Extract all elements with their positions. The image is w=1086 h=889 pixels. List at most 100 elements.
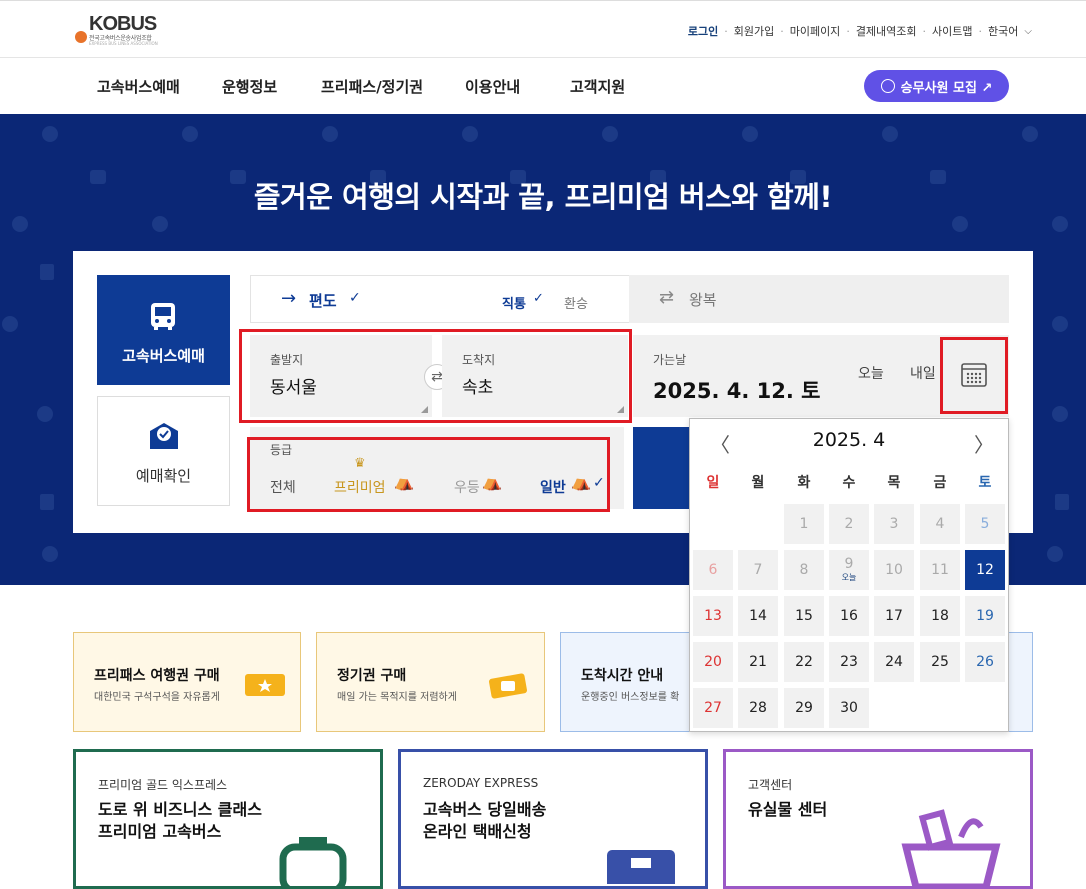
nav-item-support[interactable]: 고객지원 xyxy=(570,76,625,97)
nav-item-freepass[interactable]: 프리패스/정기권 xyxy=(321,76,423,97)
tab-bus-reserve-label: 고속버스예매 xyxy=(122,347,205,365)
weekday-header: 일 xyxy=(706,475,720,491)
logo-subtitle-en: EXPRESS BUS LINES ASSOCIATION xyxy=(89,41,158,46)
today-button[interactable]: 오늘 xyxy=(858,363,884,383)
promo-kicker: ZERODAY EXPRESS xyxy=(423,776,539,790)
trip-type-row: → 편도 ✓ 직통 ✓ 환승 ⇄ 왕복 xyxy=(250,275,1009,323)
calendar-day[interactable]: 14 xyxy=(738,596,778,636)
route-highlight-box xyxy=(239,329,632,423)
calendar-day[interactable]: 23 xyxy=(829,642,869,682)
calendar-day[interactable]: 17 xyxy=(874,596,914,636)
season-pass-card[interactable]: 정기권 구매 매일 가는 목적지를 저렴하게 xyxy=(316,632,545,732)
date-label: 가는날 xyxy=(653,353,687,367)
calendar-day[interactable]: 16 xyxy=(829,596,869,636)
calendar-day[interactable]: 25 xyxy=(920,642,960,682)
calendar-day[interactable]: 15 xyxy=(784,596,824,636)
calendar-day-number: 13 xyxy=(704,608,722,624)
parcel-box-icon xyxy=(607,850,675,884)
grade-highlight-box xyxy=(247,437,610,512)
premium-gold-promo[interactable]: 프리미엄 골드 익스프레스 도로 위 비즈니스 클래스 프리미엄 고속버스 xyxy=(73,749,383,889)
calendar-day[interactable]: 24 xyxy=(874,642,914,682)
calendar-day: 2 xyxy=(829,504,869,544)
calendar-day: 7 xyxy=(738,550,778,590)
tab-bus-reserve[interactable]: 고속버스예매 xyxy=(97,275,230,385)
calendar-day[interactable]: 30 xyxy=(829,688,869,728)
promo-title: 고속버스 당일배송 온라인 택배신청 xyxy=(423,799,546,843)
chevron-down-icon[interactable]: ⌵ xyxy=(1024,26,1032,37)
tab-roundtrip[interactable]: ⇄ 왕복 xyxy=(629,275,1009,323)
arrival-time-card-title: 도착시간 안내 xyxy=(581,668,664,684)
calendar-day[interactable]: 13 xyxy=(693,596,733,636)
payment-history-link[interactable]: 결제내역조회 xyxy=(856,23,917,39)
oneway-label: 편도 xyxy=(309,292,337,310)
calendar-day-number: 14 xyxy=(749,608,767,624)
lost-found-promo[interactable]: 고객센터 유실물 센터 xyxy=(723,749,1033,889)
bus-icon xyxy=(151,303,175,330)
language-select[interactable]: 한국어 xyxy=(988,23,1018,39)
calendar-day: 10 xyxy=(874,550,914,590)
weekday-header: 월 xyxy=(751,475,765,491)
calendar-day[interactable]: 21 xyxy=(738,642,778,682)
hero-title: 즐거운 여행의 시작과 끝, 프리미엄 버스와 함께! xyxy=(253,180,833,214)
check-icon: ✓ xyxy=(533,291,544,306)
nav-item-guide[interactable]: 이용안내 xyxy=(465,76,520,97)
person-circle-icon xyxy=(880,79,895,93)
calendar-day-number: 24 xyxy=(885,654,903,670)
calendar-day[interactable]: 19 xyxy=(965,596,1005,636)
signup-link[interactable]: 회원가입 xyxy=(734,23,774,39)
calendar-day[interactable]: 18 xyxy=(920,596,960,636)
calendar-day-number: 29 xyxy=(795,700,813,716)
mypage-link[interactable]: 마이페이지 xyxy=(790,23,841,39)
recruit-button[interactable]: 승무사원 모집 ↗ xyxy=(864,70,1009,102)
calendar-day[interactable]: 27 xyxy=(693,688,733,728)
tab-reservation-check-label: 예매확인 xyxy=(135,467,192,485)
calendar-day-number: 16 xyxy=(840,608,858,624)
calendar-day-number: 23 xyxy=(840,654,858,670)
promo-title-line1: 도로 위 비즈니스 클래스 xyxy=(98,800,262,819)
calendar-day-number: 15 xyxy=(795,608,813,624)
calendar-day[interactable]: 22 xyxy=(784,642,824,682)
calendar-day-number: 28 xyxy=(749,700,767,716)
calendar-day: 6 xyxy=(693,550,733,590)
direct-option[interactable]: 직통 xyxy=(502,293,526,312)
zeroday-promo[interactable]: ZERODAY EXPRESS 고속버스 당일배송 온라인 택배신청 xyxy=(398,749,708,889)
calendar-day: 8 xyxy=(784,550,824,590)
arrow-right-icon: → xyxy=(281,288,297,309)
calendar-day[interactable]: 28 xyxy=(738,688,778,728)
calendar-button[interactable] xyxy=(960,361,988,389)
promo-title-line1: 유실물 센터 xyxy=(748,800,828,819)
promo-kicker: 프리미엄 골드 익스프레스 xyxy=(98,778,228,792)
login-link[interactable]: 로그인 xyxy=(688,23,718,39)
season-pass-card-sub: 매일 가는 목적지를 저렴하게 xyxy=(337,692,457,703)
search-button[interactable] xyxy=(633,427,693,509)
tomorrow-button[interactable]: 내일 xyxy=(910,363,936,383)
nav-item-operation-info[interactable]: 운행정보 xyxy=(222,76,277,97)
kobus-logo[interactable]: KOBUS 전국고속버스운송사업조합 EXPRESS BUS LINES ASS… xyxy=(75,13,185,47)
calendar-popup: 〈 2025. 4 〉 일 월 화 수 목 금 토 1 2 3 4 5 6 7 8 9 오늘 10 11 12 13 14… xyxy=(689,418,1009,732)
tab-reservation-check[interactable]: 예매확인 xyxy=(97,396,230,506)
util-nav: 로그인 · 회원가입 · 마이페이지 · 결제내역조회 · 사이트맵 · 한국어 ⌵ xyxy=(687,23,1032,39)
calendar-day: 1 xyxy=(784,504,824,544)
recruit-label: 승무사원 모집 ↗ xyxy=(900,80,993,96)
freepass-card[interactable]: 프리패스 여행권 구매 대한민국 구석구석을 자유롭게 xyxy=(73,632,301,732)
transfer-option[interactable]: 환승 xyxy=(564,293,588,312)
tab-oneway[interactable]: → 편도 ✓ 직통 ✓ 환승 xyxy=(250,275,629,323)
nav-item-reserve[interactable]: 고속버스예매 xyxy=(97,76,180,97)
calendar-icon xyxy=(961,363,987,387)
calendar-day-number: 20 xyxy=(704,654,722,670)
calendar-day[interactable]: 20 xyxy=(693,642,733,682)
calendar-day-number: 10 xyxy=(885,562,903,578)
sitemap-link[interactable]: 사이트맵 xyxy=(932,23,972,39)
calendar-day[interactable]: 26 xyxy=(965,642,1005,682)
swap-arrows-icon: ⇄ xyxy=(659,287,675,308)
weekday-header: 토 xyxy=(978,475,992,491)
calendar-day-number: 2 xyxy=(844,516,854,532)
top-utility-bar: KOBUS 전국고속버스운송사업조합 EXPRESS BUS LINES ASS… xyxy=(0,0,1086,58)
calendar-day[interactable]: 29 xyxy=(784,688,824,728)
calendar-day: 5 xyxy=(965,504,1005,544)
promo-title: 도로 위 비즈니스 클래스 프리미엄 고속버스 xyxy=(98,799,262,843)
bus-ticket-icon xyxy=(489,673,527,699)
calendar-day[interactable]: 12 xyxy=(965,550,1005,590)
freepass-card-sub: 대한민국 구석구석을 자유롭게 xyxy=(94,692,220,703)
chevron-right-icon[interactable]: 〉 xyxy=(974,429,994,458)
